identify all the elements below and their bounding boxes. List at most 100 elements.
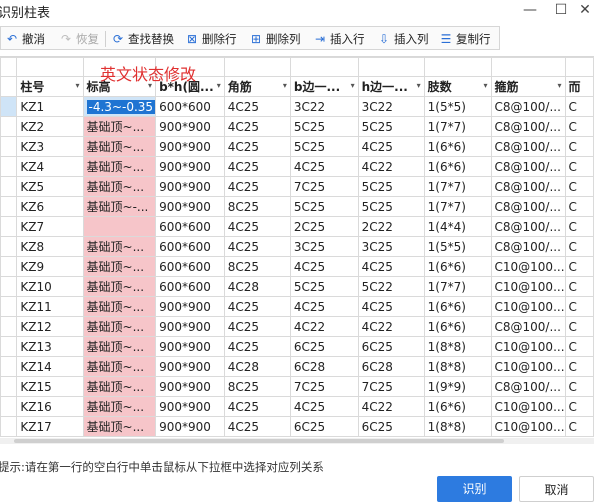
table-cell[interactable]: 900*900 bbox=[155, 396, 225, 417]
table-cell[interactable]: 1(8*8) bbox=[423, 356, 492, 377]
table-cell[interactable]: 1(6*6) bbox=[423, 156, 492, 177]
table-cell[interactable]: 1(6*6) bbox=[423, 316, 492, 337]
table-cell[interactable]: 基础顶~... bbox=[82, 116, 157, 137]
table-cell[interactable]: C8@100/... bbox=[490, 316, 566, 337]
table-row[interactable]: KZ11 基础顶~... 900*900 4C25 4C25 4C25 1(6*6) C10@… bbox=[0, 296, 594, 317]
table-cell[interactable]: 1(5*5) bbox=[423, 96, 492, 117]
table-cell[interactable]: 600*600 bbox=[155, 96, 225, 117]
table-cell[interactable]: KZ9 bbox=[16, 256, 84, 277]
table-cell[interactable]: KZ5 bbox=[16, 176, 84, 197]
scrollbar-thumb[interactable] bbox=[14, 439, 504, 443]
chevron-down-icon[interactable]: ▾ bbox=[558, 81, 562, 90]
table-cell[interactable]: -4.3~-0.35 bbox=[82, 96, 157, 117]
table-cell[interactable]: 基础顶~-... bbox=[82, 196, 157, 217]
column-mapping-cell[interactable] bbox=[564, 57, 594, 77]
table-cell[interactable]: C10@100... bbox=[490, 396, 566, 417]
table-cell[interactable]: C8@100/... bbox=[490, 236, 566, 257]
table-cell[interactable]: 4C25 bbox=[223, 176, 291, 197]
table-cell[interactable]: 1(6*6) bbox=[423, 136, 492, 157]
chevron-down-icon[interactable]: ▾ bbox=[417, 81, 421, 90]
column-mapping-cell[interactable] bbox=[357, 57, 425, 77]
table-cell[interactable]: 8C25 bbox=[223, 256, 291, 277]
table-cell[interactable]: 基础顶~... bbox=[82, 376, 157, 397]
table-cell[interactable]: 900*900 bbox=[155, 196, 225, 217]
table-row[interactable]: KZ1 -4.3~-0.35 600*600 4C25 3C22 3C22 1(5*5) C8… bbox=[0, 96, 594, 117]
table-cell[interactable]: 4C25 bbox=[223, 396, 291, 417]
table-cell[interactable]: 4C22 bbox=[357, 316, 425, 337]
table-cell[interactable]: KZ16 bbox=[16, 396, 84, 417]
redo-button[interactable]: ↷ 恢复 bbox=[59, 30, 99, 48]
table-cell[interactable]: 4C25 bbox=[289, 256, 359, 277]
row-header-cell[interactable] bbox=[0, 136, 18, 157]
delete-column-button[interactable]: ⊞ 删除列 bbox=[249, 30, 301, 48]
table-cell[interactable]: C8@100/... bbox=[490, 196, 566, 217]
table-cell[interactable]: C bbox=[564, 216, 594, 237]
table-cell[interactable]: 基础顶~... bbox=[82, 296, 157, 317]
table-cell[interactable]: 1(4*4) bbox=[423, 216, 492, 237]
table-cell[interactable]: KZ10 bbox=[16, 276, 84, 297]
table-cell[interactable]: C bbox=[564, 276, 594, 297]
insert-column-button[interactable]: ⇩ 插入列 bbox=[377, 30, 429, 48]
row-header-cell[interactable] bbox=[0, 96, 18, 117]
table-cell[interactable]: 4C25 bbox=[223, 316, 291, 337]
table-cell[interactable]: C bbox=[564, 376, 594, 397]
table-cell[interactable]: C8@100/... bbox=[490, 376, 566, 397]
column-mapping-cell[interactable] bbox=[289, 57, 359, 77]
table-cell[interactable]: 900*900 bbox=[155, 176, 225, 197]
column-mapping-cell[interactable] bbox=[423, 57, 492, 77]
column-header[interactable]: 而 bbox=[564, 76, 594, 97]
table-cell[interactable]: 4C28 bbox=[223, 356, 291, 377]
table-cell[interactable]: C bbox=[564, 236, 594, 257]
table-cell[interactable]: 4C22 bbox=[289, 316, 359, 337]
table-cell[interactable]: KZ3 bbox=[16, 136, 84, 157]
delete-row-button[interactable]: ⊠ 删除行 bbox=[185, 30, 237, 48]
row-header-cell[interactable] bbox=[0, 216, 18, 237]
table-cell[interactable]: KZ15 bbox=[16, 376, 84, 397]
table-cell[interactable]: KZ2 bbox=[16, 116, 84, 137]
table-cell[interactable]: C bbox=[564, 316, 594, 337]
table-cell[interactable]: 5C22 bbox=[357, 276, 425, 297]
table-cell[interactable]: 基础顶~... bbox=[82, 276, 157, 297]
table-cell[interactable]: C bbox=[564, 256, 594, 277]
table-row[interactable]: KZ4 基础顶~... 900*900 4C25 4C25 4C22 1(6*6) C8@10… bbox=[0, 156, 594, 177]
table-cell[interactable]: C8@100/... bbox=[490, 96, 566, 117]
table-cell[interactable]: 1(8*8) bbox=[423, 336, 492, 357]
table-cell[interactable]: 900*900 bbox=[155, 296, 225, 317]
table-cell[interactable]: 900*900 bbox=[155, 376, 225, 397]
table-cell[interactable]: 900*900 bbox=[155, 356, 225, 377]
table-cell[interactable]: C bbox=[564, 356, 594, 377]
cancel-button[interactable]: 取消 bbox=[519, 476, 594, 502]
recognize-button[interactable]: 识别 bbox=[437, 476, 512, 502]
table-cell[interactable]: C8@100/... bbox=[490, 116, 566, 137]
table-cell[interactable]: 6C28 bbox=[357, 356, 425, 377]
table-cell[interactable]: C bbox=[564, 176, 594, 197]
table-cell[interactable]: C bbox=[564, 196, 594, 217]
table-cell[interactable] bbox=[82, 216, 157, 237]
table-cell[interactable]: 4C28 bbox=[223, 276, 291, 297]
table-cell[interactable]: 5C25 bbox=[357, 196, 425, 217]
row-header-cell[interactable] bbox=[0, 176, 18, 197]
table-row[interactable]: KZ17 基础顶~... 900*900 4C25 6C25 6C25 1(8*8) C10@… bbox=[0, 416, 594, 437]
table-cell[interactable]: 4C25 bbox=[289, 296, 359, 317]
table-cell[interactable]: 3C25 bbox=[357, 236, 425, 257]
row-header-cell[interactable] bbox=[0, 156, 18, 177]
table-cell[interactable]: 4C25 bbox=[223, 156, 291, 177]
insert-row-button[interactable]: ⇥ 插入行 bbox=[313, 30, 365, 48]
table-cell[interactable]: 4C22 bbox=[357, 156, 425, 177]
table-cell[interactable]: C10@100... bbox=[490, 336, 566, 357]
row-header-cell[interactable] bbox=[0, 336, 18, 357]
table-cell[interactable]: 5C25 bbox=[357, 116, 425, 137]
column-mapping-cell[interactable] bbox=[223, 57, 291, 77]
minimize-button[interactable]: — bbox=[520, 1, 540, 19]
table-cell[interactable]: 1(8*8) bbox=[423, 416, 492, 437]
table-cell[interactable]: 1(6*6) bbox=[423, 296, 492, 317]
table-cell[interactable]: 1(7*7) bbox=[423, 276, 492, 297]
table-cell[interactable]: 8C25 bbox=[223, 196, 291, 217]
maximize-button[interactable]: ☐ bbox=[551, 1, 571, 19]
table-cell[interactable]: 4C25 bbox=[223, 236, 291, 257]
chevron-down-icon[interactable]: ▾ bbox=[351, 81, 355, 90]
table-cell[interactable]: 7C25 bbox=[289, 376, 359, 397]
table-cell[interactable]: 5C25 bbox=[289, 196, 359, 217]
table-cell[interactable]: 600*600 bbox=[155, 256, 225, 277]
chevron-down-icon[interactable]: ▾ bbox=[217, 81, 221, 90]
